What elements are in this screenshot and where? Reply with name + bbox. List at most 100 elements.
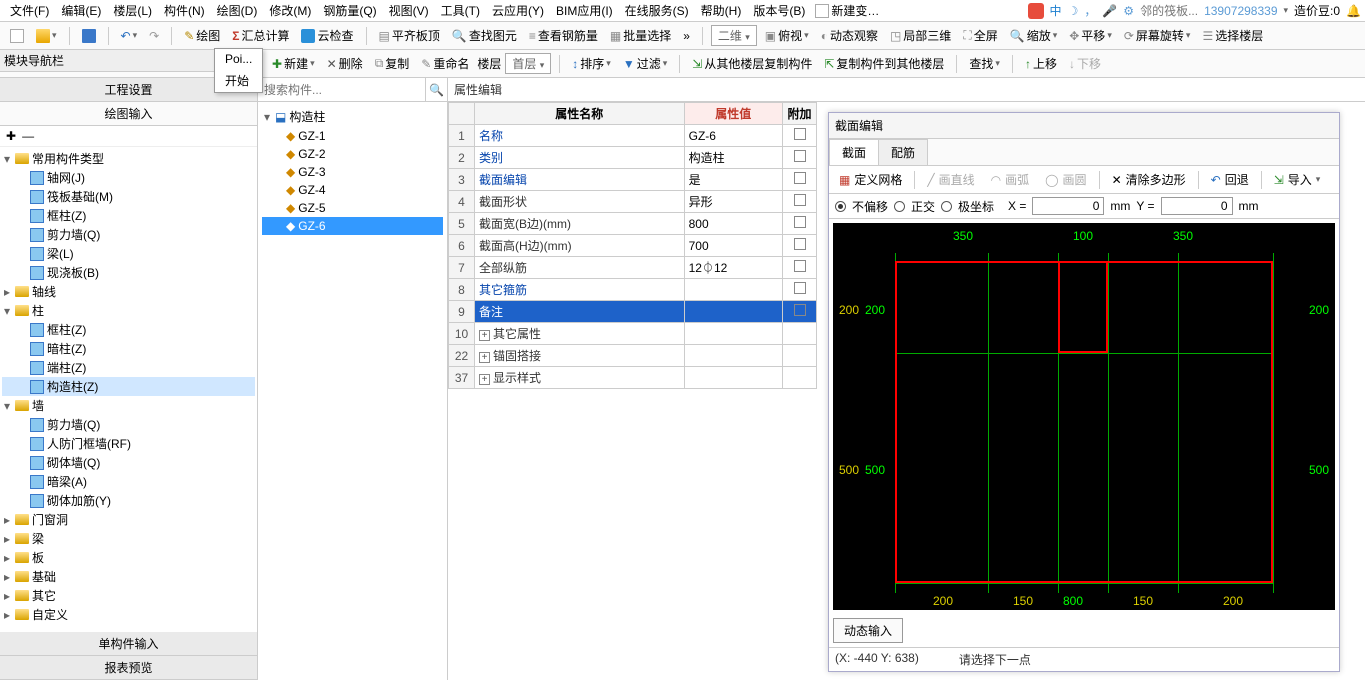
- draw-mode-button[interactable]: ✎绘图: [180, 25, 224, 46]
- drawing-input-tab[interactable]: 绘图输入: [0, 102, 257, 126]
- tree-item[interactable]: 暗柱(Z): [2, 339, 255, 358]
- property-row[interactable]: 7全部纵筋12⏀12: [449, 257, 817, 279]
- floor-combo[interactable]: 首层 ▾: [505, 53, 551, 74]
- rename-button[interactable]: ✎重命名: [417, 53, 473, 74]
- extra-checkbox[interactable]: [794, 216, 806, 228]
- move-up-button[interactable]: ↑上移: [1021, 53, 1061, 74]
- tree-column[interactable]: ▾柱: [2, 301, 255, 320]
- dynamic-input-button[interactable]: 动态输入: [833, 618, 903, 643]
- property-row[interactable]: 22+锚固搭接: [449, 345, 817, 367]
- search-button[interactable]: 查找▾: [965, 53, 1004, 74]
- new-component-button[interactable]: ✚新建▾: [268, 53, 319, 74]
- user-phone[interactable]: 13907298339: [1204, 4, 1277, 18]
- tree-item[interactable]: 剪力墙(Q): [2, 225, 255, 244]
- delete-button[interactable]: ✕删除: [323, 53, 367, 74]
- open-button[interactable]: ▾: [32, 27, 61, 45]
- filter-button[interactable]: ▼过滤▾: [619, 53, 671, 74]
- property-row[interactable]: 6截面高(H边)(mm)700: [449, 235, 817, 257]
- sort-button[interactable]: ↕排序▾: [568, 53, 615, 74]
- dynamic-view-button[interactable]: ◐动态观察: [817, 25, 882, 46]
- search-go-button[interactable]: 🔍: [425, 78, 447, 101]
- import-section-button[interactable]: ⇲导入▾: [1270, 169, 1325, 190]
- extra-checkbox[interactable]: [794, 128, 806, 140]
- list-item[interactable]: ◆GZ-3: [262, 163, 443, 181]
- select-floor-button[interactable]: ☰选择楼层: [1198, 25, 1267, 46]
- search-input[interactable]: [258, 78, 425, 101]
- view-mode-combo[interactable]: 二维 ▾: [711, 25, 757, 46]
- tree-custom[interactable]: ▸自定义: [2, 605, 255, 624]
- draw-arc-button[interactable]: ◠画弧: [987, 169, 1034, 190]
- single-input-tab[interactable]: 单构件输入: [0, 632, 257, 656]
- property-row[interactable]: 5截面宽(B边)(mm)800: [449, 213, 817, 235]
- menu-floor[interactable]: 楼层(L): [107, 0, 158, 21]
- menu-rebar[interactable]: 钢筋量(Q): [317, 0, 382, 21]
- zoom-button[interactable]: 🔍缩放▾: [1006, 25, 1062, 46]
- level-board-button[interactable]: ▤平齐板顶: [375, 25, 444, 46]
- collapse-all-icon[interactable]: —: [22, 129, 34, 143]
- tree-other[interactable]: ▸其它: [2, 586, 255, 605]
- menu-file[interactable]: 文件(F): [4, 0, 55, 21]
- clear-polygon-button[interactable]: ✕清除多边形: [1108, 169, 1190, 190]
- y-input[interactable]: [1161, 197, 1233, 215]
- redo-button[interactable]: ↷: [145, 27, 163, 45]
- radio-polar[interactable]: [941, 201, 952, 212]
- toolbar-overflow[interactable]: »: [679, 27, 694, 45]
- menu-edit[interactable]: 编辑(E): [55, 0, 107, 21]
- property-row[interactable]: 3截面编辑是: [449, 169, 817, 191]
- sum-calc-button[interactable]: Σ汇总计算: [228, 25, 293, 46]
- property-row[interactable]: 37+显示样式: [449, 367, 817, 389]
- bell-icon[interactable]: 🔔: [1346, 4, 1361, 18]
- define-grid-button[interactable]: ▦定义网格: [835, 169, 906, 190]
- move-down-button[interactable]: ↓下移: [1065, 53, 1105, 74]
- list-item-selected[interactable]: ◆GZ-6: [262, 217, 443, 235]
- view-rebar-button[interactable]: ≡查看钢筋量: [525, 25, 602, 46]
- tree-item[interactable]: 端柱(Z): [2, 358, 255, 377]
- tree-item[interactable]: 轴网(J): [2, 168, 255, 187]
- tree-item[interactable]: 剪力墙(Q): [2, 415, 255, 434]
- copy-from-floor-button[interactable]: ⇲从其他楼层复制构件: [688, 53, 816, 74]
- property-row[interactable]: 8其它箍筋: [449, 279, 817, 301]
- tree-item[interactable]: 砌体加筋(Y): [2, 491, 255, 510]
- menu-version[interactable]: 版本号(B): [747, 0, 811, 21]
- save-button[interactable]: [78, 27, 100, 45]
- gear-icon[interactable]: ⚙: [1123, 4, 1134, 18]
- radio-ortho[interactable]: [894, 201, 905, 212]
- cloud-check-button[interactable]: 云检查: [297, 25, 357, 46]
- dropdown-item[interactable]: Poi...: [215, 49, 262, 69]
- list-root[interactable]: ▾⬓构造柱: [262, 106, 443, 127]
- new-doc-button[interactable]: 新建变…: [811, 0, 883, 21]
- copy-to-floor-button[interactable]: ⇱复制构件到其他楼层: [820, 53, 948, 74]
- property-row[interactable]: 1名称GZ-6: [449, 125, 817, 147]
- menu-cloud[interactable]: 云应用(Y): [486, 0, 550, 21]
- tree-item[interactable]: 筏板基础(M): [2, 187, 255, 206]
- tree-item[interactable]: 砌体墙(Q): [2, 453, 255, 472]
- extra-checkbox[interactable]: [794, 150, 806, 162]
- new-file-button[interactable]: [6, 27, 28, 45]
- list-item[interactable]: ◆GZ-2: [262, 145, 443, 163]
- extra-checkbox[interactable]: [794, 304, 806, 316]
- extra-checkbox[interactable]: [794, 238, 806, 250]
- x-input[interactable]: [1032, 197, 1104, 215]
- tab-rebar[interactable]: 配筋: [878, 139, 928, 165]
- property-row[interactable]: 10+其它属性: [449, 323, 817, 345]
- tree-item[interactable]: 框柱(Z): [2, 320, 255, 339]
- find-element-button[interactable]: 🔍查找图元: [448, 25, 521, 46]
- local-3d-button[interactable]: ◳局部三维: [886, 25, 955, 46]
- extra-checkbox[interactable]: [794, 194, 806, 206]
- section-canvas[interactable]: 350 100 350 200 500 200 500 200 500 800 …: [833, 223, 1335, 610]
- list-item[interactable]: ◆GZ-1: [262, 127, 443, 145]
- lookdown-button[interactable]: ▣俯视▾: [761, 25, 813, 46]
- tree-item[interactable]: 暗梁(A): [2, 472, 255, 491]
- tree-foundation[interactable]: ▸基础: [2, 567, 255, 586]
- menu-component[interactable]: 构件(N): [158, 0, 211, 21]
- radio-no-offset[interactable]: [835, 201, 846, 212]
- batch-select-button[interactable]: ▦批量选择: [606, 25, 675, 46]
- pan-button[interactable]: ✥平移▾: [1065, 25, 1116, 46]
- extra-checkbox[interactable]: [794, 282, 806, 294]
- tree-beam[interactable]: ▸梁: [2, 529, 255, 548]
- tree-item[interactable]: 框柱(Z): [2, 206, 255, 225]
- copy-button[interactable]: ⧉复制: [371, 53, 414, 74]
- tab-section[interactable]: 截面: [829, 139, 879, 165]
- menu-modify[interactable]: 修改(M): [263, 0, 317, 21]
- menu-help[interactable]: 帮助(H): [695, 0, 748, 21]
